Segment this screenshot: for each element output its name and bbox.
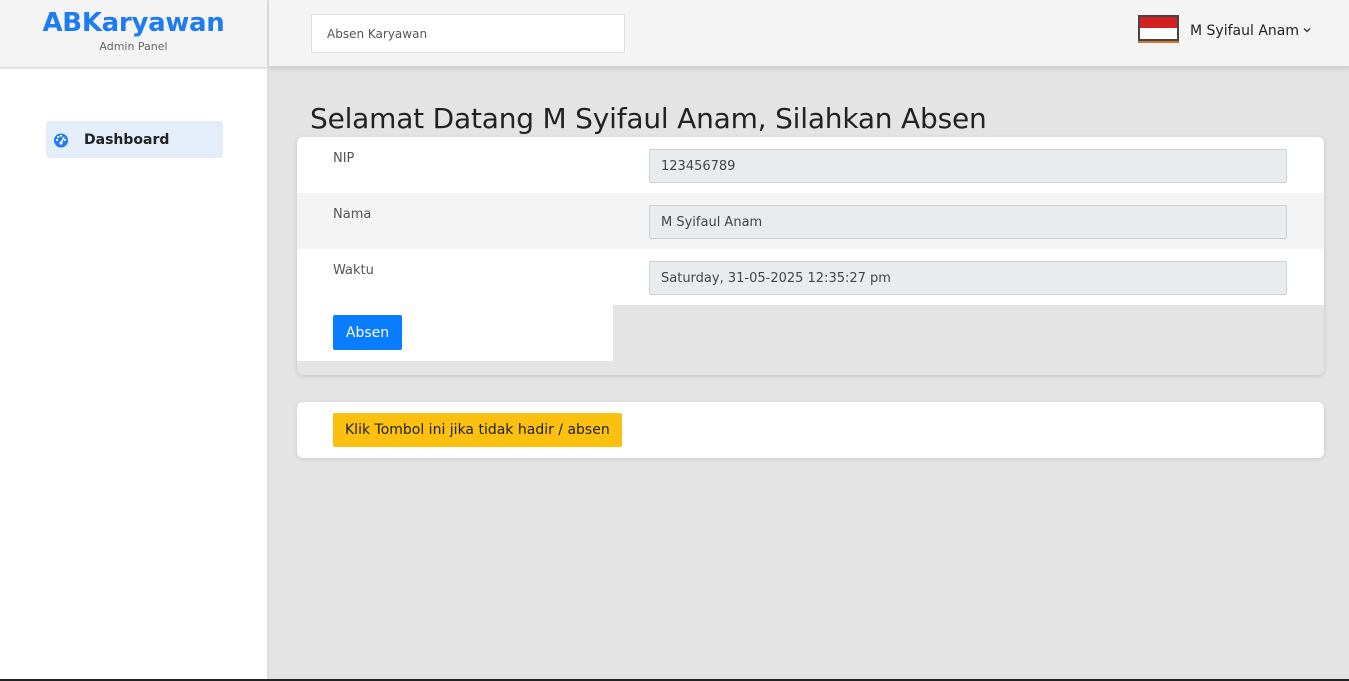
nama-field[interactable]: [649, 205, 1287, 239]
nip-field[interactable]: [649, 149, 1287, 183]
user-menu[interactable]: M Syifaul Anam: [1138, 13, 1311, 43]
brand-subtitle: Admin Panel: [99, 40, 168, 53]
submit-area: Absen: [297, 305, 613, 361]
sidebar: Dashboard: [0, 69, 269, 681]
form-row-nama: Nama: [297, 193, 1324, 249]
sidebar-item-label: Dashboard: [84, 131, 170, 148]
indonesia-flag-icon: [1138, 15, 1180, 43]
chevron-down-icon: [1303, 25, 1311, 36]
top-bar: M Syifaul Anam: [269, 0, 1349, 68]
user-name: M Syifaul Anam: [1190, 22, 1299, 39]
brand-title[interactable]: ABKaryawan: [0, 7, 267, 39]
attendance-form-card: NIP Nama Waktu Absen: [297, 137, 1324, 375]
search-input[interactable]: [311, 14, 625, 53]
brand-block: ABKaryawan Admin Panel: [0, 0, 269, 68]
waktu-field[interactable]: [649, 261, 1287, 295]
app-root: ABKaryawan Admin Panel M Syifaul Anam: [0, 0, 1349, 681]
form-row-waktu: Waktu: [297, 249, 1324, 305]
nip-label: NIP: [333, 151, 355, 166]
main-content: Selamat Datang M Syifaul Anam, Silahkan …: [269, 70, 1349, 679]
page-title: Selamat Datang M Syifaul Anam, Silahkan …: [310, 102, 987, 135]
form-row-nip: NIP: [297, 137, 1324, 193]
sidebar-item-dashboard[interactable]: Dashboard: [46, 121, 223, 158]
not-present-button[interactable]: Klik Tombol ini jika tidak hadir / absen: [333, 413, 622, 447]
dashboard-gauge-icon: [53, 132, 69, 148]
absen-button[interactable]: Absen: [333, 315, 402, 350]
absent-card: Klik Tombol ini jika tidak hadir / absen: [297, 402, 1324, 458]
waktu-label: Waktu: [333, 263, 374, 278]
nama-label: Nama: [333, 207, 372, 222]
